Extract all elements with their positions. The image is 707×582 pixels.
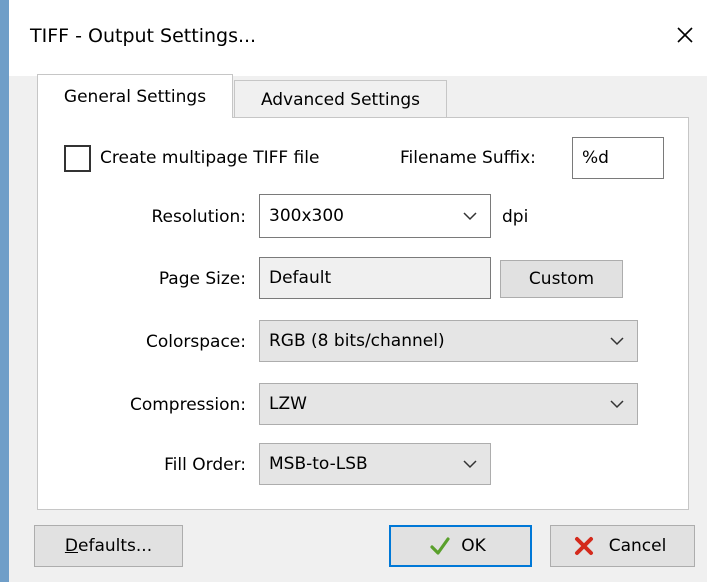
ok-button-label: OK [461,536,486,556]
tab-general-settings[interactable]: General Settings [37,74,233,118]
colorspace-value: RGB (8 bits/channel) [269,331,445,351]
fill-order-value: MSB-to-LSB [269,454,368,474]
ok-button[interactable]: OK [389,525,532,567]
multipage-checkbox[interactable] [64,145,91,172]
cancel-button[interactable]: Cancel [550,525,695,567]
filename-suffix-input[interactable]: %d [572,137,664,179]
defaults-mnemonic: D [64,536,78,556]
multipage-label: Create multipage TIFF file [100,148,320,168]
compression-label: Compression: [129,395,246,415]
close-icon [677,27,693,43]
colorspace-select[interactable]: RGB (8 bits/channel) [259,320,638,362]
chevron-down-icon [610,400,624,409]
page-size-field: Default [259,257,491,299]
resolution-unit: dpi [502,207,529,227]
chevron-down-icon [463,212,477,221]
filename-suffix-value: %d [582,148,609,168]
compression-value: LZW [269,394,307,414]
filename-suffix-label: Filename Suffix: [400,148,536,168]
resolution-value: 300x300 [269,206,344,226]
defaults-button-label: Defaults... [64,536,153,556]
fill-order-label: Fill Order: [164,455,246,475]
tab-label: Advanced Settings [260,90,421,110]
window-edge [0,0,9,582]
close-button[interactable] [668,18,702,52]
chevron-down-icon [610,337,624,346]
fill-order-select[interactable]: MSB-to-LSB [259,443,491,485]
window-title: TIFF - Output Settings... [30,25,257,47]
chevron-down-icon [463,460,477,469]
compression-select[interactable]: LZW [259,383,638,425]
custom-button-label: Custom [528,269,595,289]
resolution-label: Resolution: [151,207,246,227]
custom-page-size-button[interactable]: Custom [500,260,623,298]
cancel-button-label: Cancel [608,536,667,556]
tab-advanced-settings[interactable]: Advanced Settings [234,80,447,118]
defaults-button[interactable]: Defaults... [34,525,183,567]
page-size-label: Page Size: [158,269,246,289]
tab-label: General Settings [63,87,207,107]
resolution-select[interactable]: 300x300 [259,194,491,238]
colorspace-label: Colorspace: [146,332,246,352]
page-size-value: Default [269,268,332,288]
